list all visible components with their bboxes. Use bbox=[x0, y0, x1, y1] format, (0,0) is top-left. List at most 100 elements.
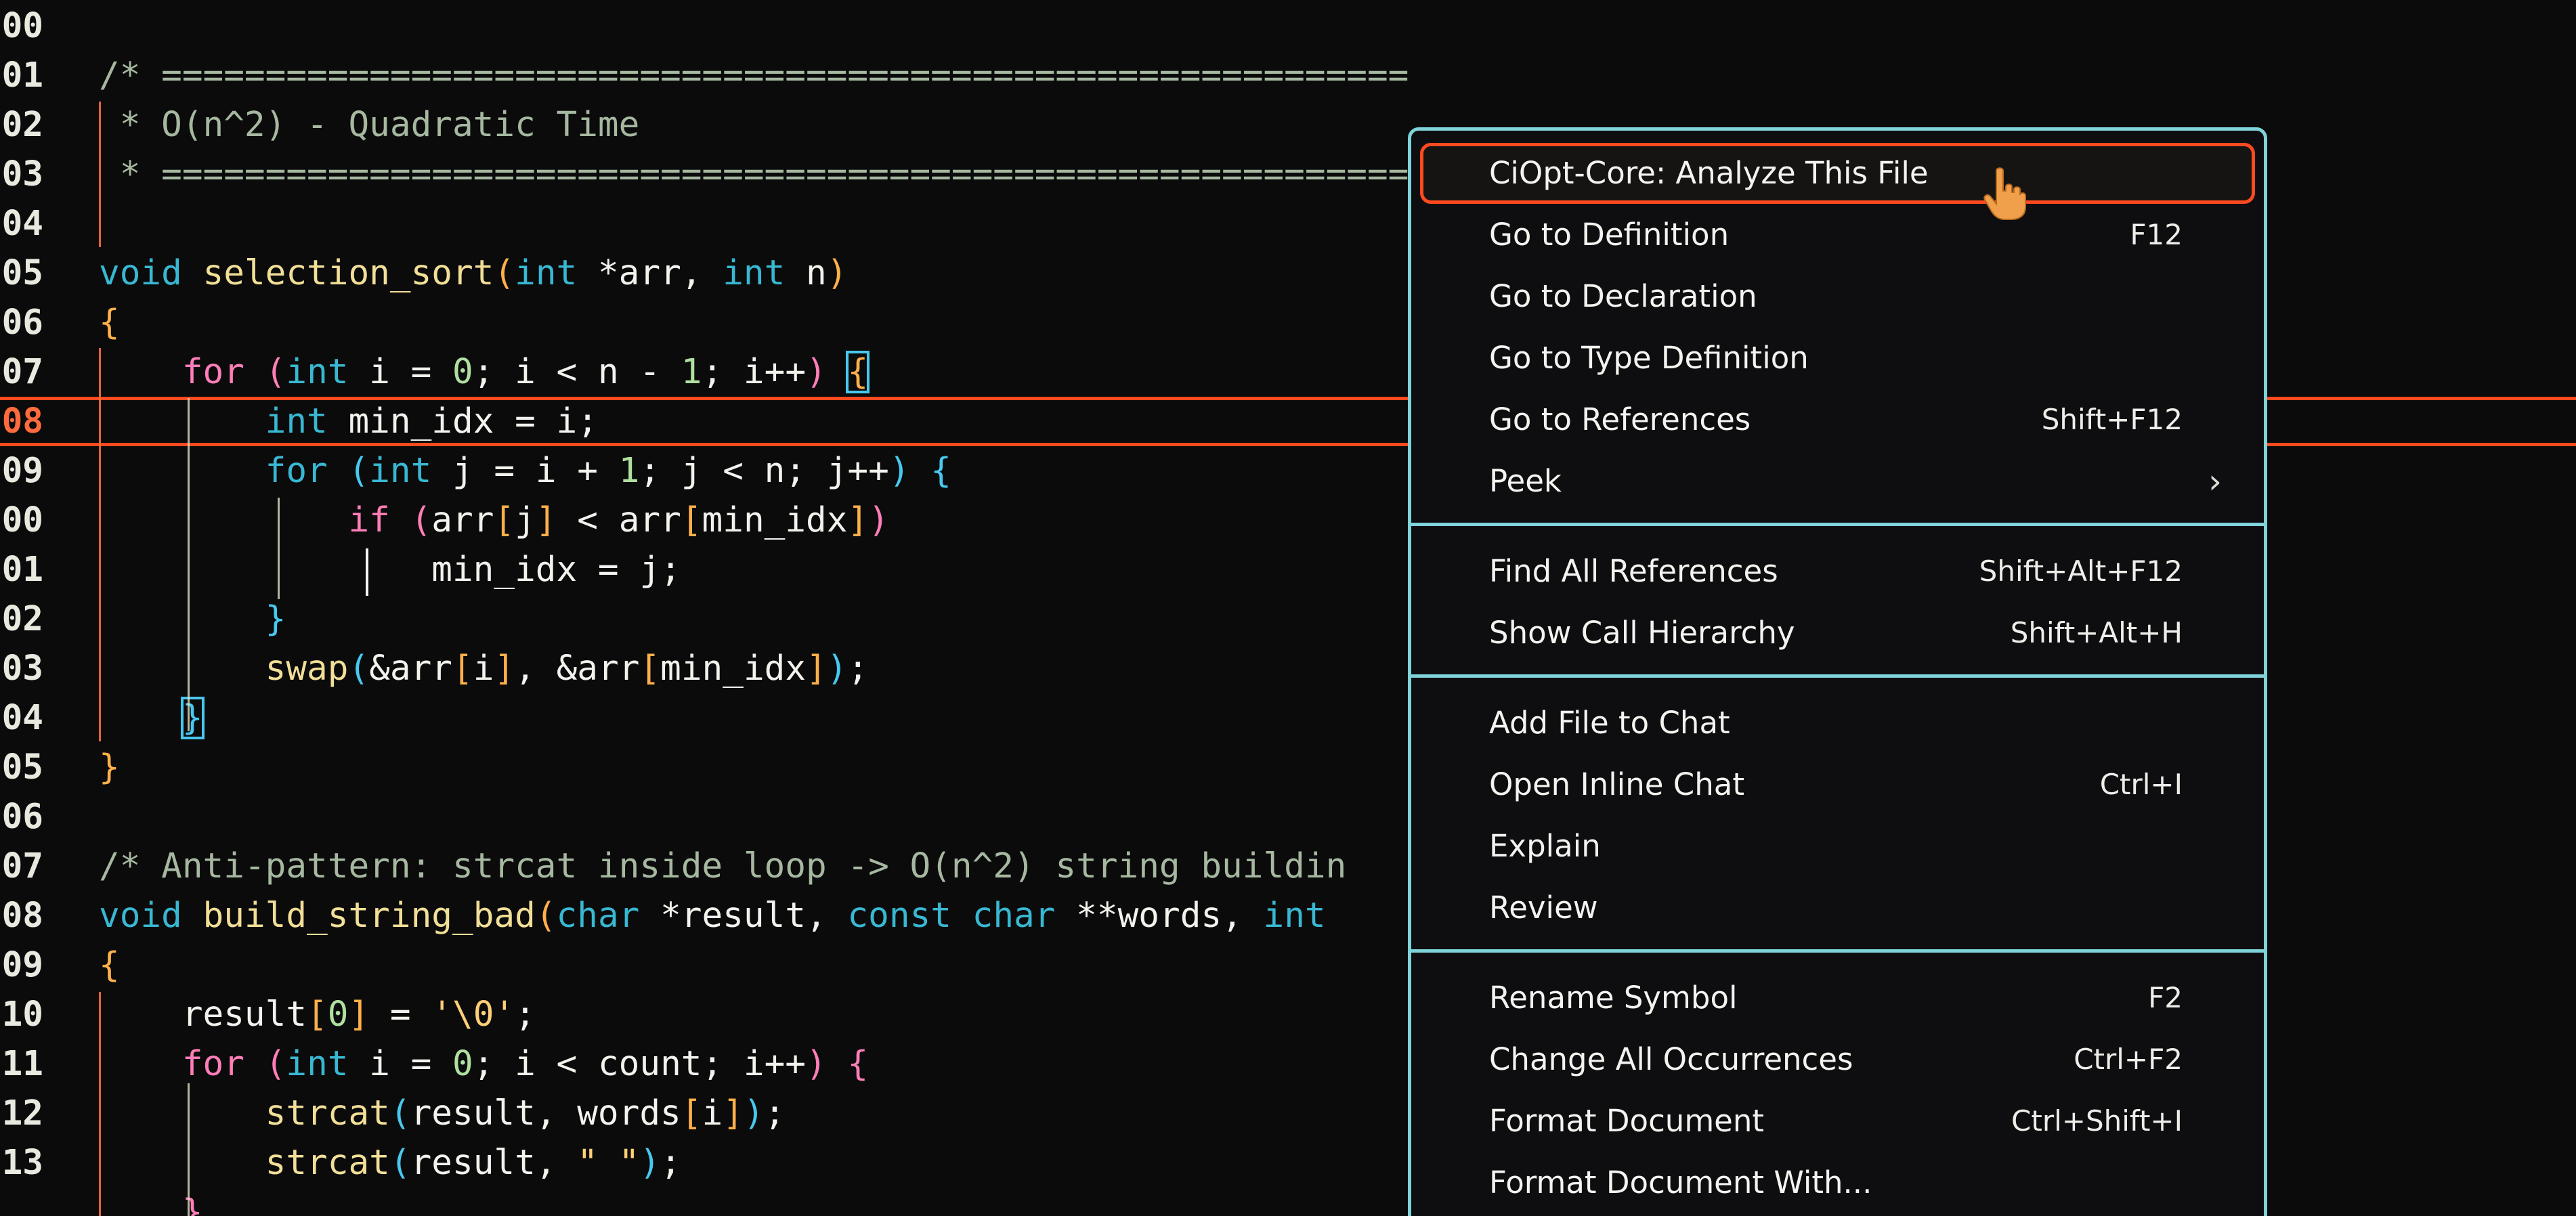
menu-item-rename-symbol[interactable]: Rename Symbol F2 bbox=[1411, 968, 2264, 1028]
menu-item-label: Add File to Chat bbox=[1489, 705, 1730, 741]
code-line[interactable]: 00 bbox=[0, 1, 2576, 51]
code-token: { bbox=[99, 303, 120, 343]
code-token: *arr, bbox=[597, 253, 723, 293]
indent-guide bbox=[366, 548, 368, 596]
code-token: min_idx = j; bbox=[99, 550, 681, 590]
code-token: ( bbox=[348, 649, 370, 689]
code-text: } bbox=[99, 594, 286, 644]
code-text: strcat(result, " "); bbox=[99, 1138, 681, 1188]
line-number: 11 bbox=[1, 1044, 43, 1084]
menu-item-go-to-references[interactable]: Go to References Shift+F12 bbox=[1411, 389, 2264, 450]
code-token: 0 bbox=[452, 352, 473, 392]
code-token: { bbox=[99, 945, 120, 985]
code-token: **words, bbox=[1076, 896, 1264, 936]
menu-item-shortcut: Shift+Alt+F12 bbox=[1979, 555, 2183, 588]
indent-guide bbox=[99, 348, 101, 741]
indent-guide bbox=[188, 398, 190, 731]
code-token: ; i < n - bbox=[473, 352, 681, 392]
code-token: ) bbox=[806, 352, 827, 392]
code-text: if (arr[j] < arr[min_idx]) bbox=[99, 496, 889, 545]
code-token: min_idx bbox=[702, 500, 848, 540]
chevron-right-icon: › bbox=[2208, 462, 2222, 501]
menu-item-shortcut: Ctrl+F2 bbox=[2074, 1043, 2183, 1076]
code-token: ; bbox=[847, 649, 869, 689]
line-number: 03 bbox=[1, 649, 43, 689]
code-token: { bbox=[826, 1044, 869, 1084]
code-text: * ======================================… bbox=[99, 150, 1409, 199]
code-text: { bbox=[99, 298, 120, 347]
code-token: strcat bbox=[99, 1093, 390, 1133]
menu-item-explain[interactable]: Explain bbox=[1411, 816, 2264, 877]
code-token: ; bbox=[515, 995, 536, 1035]
code-token: min_idx = i; bbox=[348, 401, 598, 441]
code-token: [ bbox=[494, 500, 515, 540]
code-token: void bbox=[99, 896, 203, 936]
menu-item-change-all-occurrences[interactable]: Change All Occurrences Ctrl+F2 bbox=[1411, 1029, 2264, 1090]
menu-item-label: CiOpt-Core: Analyze This File bbox=[1489, 155, 1929, 191]
code-text: * O(n^2) - Quadratic Time bbox=[99, 100, 640, 150]
menu-item-open-inline-chat[interactable]: Open Inline Chat Ctrl+I bbox=[1411, 754, 2264, 815]
code-token: * O(n^2) - Quadratic Time bbox=[99, 105, 640, 145]
menu-item-shortcut: Shift+Alt+H bbox=[2010, 616, 2183, 649]
menu-item-label: Rename Symbol bbox=[1489, 980, 1738, 1016]
line-number: 02 bbox=[1, 599, 43, 639]
indent-guide bbox=[278, 498, 280, 599]
code-token: ) bbox=[888, 451, 910, 491]
code-text: } bbox=[99, 743, 120, 792]
code-token: int bbox=[515, 253, 598, 293]
code-line[interactable]: 01 /* ===================================… bbox=[0, 51, 2576, 100]
code-token: for bbox=[99, 1044, 265, 1084]
code-token: i bbox=[702, 1093, 723, 1133]
menu-item-show-call-hierarchy[interactable]: Show Call Hierarchy Shift+Alt+H bbox=[1411, 603, 2264, 664]
code-token: ] bbox=[847, 500, 869, 540]
code-token: = bbox=[369, 995, 432, 1035]
code-token: build_string_bad bbox=[202, 896, 536, 936]
code-token: , &arr bbox=[515, 649, 640, 689]
code-token: int bbox=[723, 253, 807, 293]
code-text: min_idx = j; bbox=[99, 545, 681, 594]
code-token: int bbox=[286, 1044, 370, 1084]
pointer-hand-icon bbox=[1983, 167, 2026, 220]
code-token: ) bbox=[743, 1093, 765, 1133]
code-token: ; bbox=[660, 1143, 681, 1183]
code-token: ) bbox=[826, 649, 848, 689]
code-token: ( bbox=[389, 1093, 411, 1133]
menu-item-label: Find All References bbox=[1489, 553, 1778, 589]
code-text: swap(&arr[i], &arr[min_idx]); bbox=[99, 644, 869, 693]
line-number: 07 bbox=[1, 846, 43, 886]
menu-item-add-file-to-chat[interactable]: Add File to Chat bbox=[1411, 693, 2264, 754]
menu-item-find-all-references[interactable]: Find All References Shift+Alt+F12 bbox=[1411, 541, 2264, 602]
menu-item-review[interactable]: Review bbox=[1411, 877, 2264, 938]
code-token: /* Anti-pattern: strcat inside loop -> O… bbox=[99, 846, 1347, 886]
menu-item-format-document[interactable]: Format Document Ctrl+Shift+I bbox=[1411, 1091, 2264, 1152]
line-number: 03 bbox=[1, 154, 43, 194]
code-token: &arr bbox=[369, 649, 453, 689]
code-token: ] bbox=[348, 995, 370, 1035]
menu-item-shortcut: F2 bbox=[2148, 981, 2183, 1014]
code-token: result, bbox=[410, 1143, 578, 1183]
code-text: for (int i = 0; i < count; i++) { bbox=[99, 1039, 868, 1089]
code-text: /* =====================================… bbox=[99, 51, 1409, 100]
menu-item-go-to-definition[interactable]: Go to Definition F12 bbox=[1411, 204, 2264, 265]
menu-item-ciopt-core-analyze-this-file[interactable]: CiOpt-Core: Analyze This File bbox=[1420, 143, 2255, 204]
code-token: ) bbox=[639, 1143, 661, 1183]
code-token: i = bbox=[369, 352, 453, 392]
menu-item-label: Explain bbox=[1489, 828, 1601, 864]
code-token: min_idx bbox=[660, 649, 807, 689]
line-number: 00 bbox=[1, 500, 43, 540]
code-token: ] bbox=[806, 649, 827, 689]
menu-item-go-to-type-definition[interactable]: Go to Type Definition bbox=[1411, 328, 2264, 389]
code-token: ( bbox=[348, 451, 370, 491]
code-token: ) bbox=[806, 1044, 827, 1084]
menu-item-go-to-declaration[interactable]: Go to Declaration bbox=[1411, 266, 2264, 327]
menu-item-format-document-with[interactable]: Format Document With... bbox=[1411, 1152, 2264, 1213]
code-token: " " bbox=[577, 1143, 640, 1183]
line-number: 04 bbox=[1, 698, 43, 738]
code-token: ) bbox=[868, 500, 889, 540]
code-token: { bbox=[909, 451, 951, 491]
menu-item-label: Go to Declaration bbox=[1489, 278, 1757, 314]
line-number: 01 bbox=[1, 550, 43, 590]
code-text: result[0] = '\0'; bbox=[99, 990, 536, 1039]
menu-item-peek[interactable]: Peek › bbox=[1411, 451, 2264, 512]
code-text: for (int i = 0; i < n - 1; i++) { bbox=[99, 347, 870, 397]
